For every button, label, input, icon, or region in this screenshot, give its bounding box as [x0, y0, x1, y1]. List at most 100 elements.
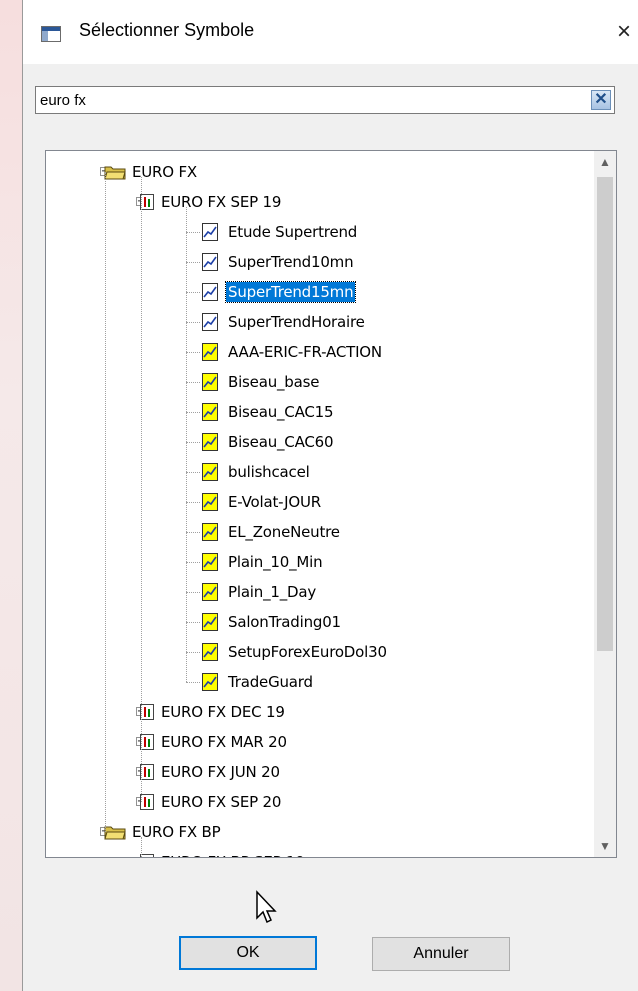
tree-item[interactable]: bulishcacel [202, 457, 312, 487]
study-icon [202, 493, 218, 511]
scroll-thumb[interactable] [597, 177, 613, 651]
tree-item[interactable]: EURO FX SEP 20 [140, 787, 283, 817]
tree-connector [186, 442, 200, 443]
tree-item[interactable]: Biseau_CAC15 [202, 397, 335, 427]
study-icon [202, 373, 218, 391]
study-icon [202, 463, 218, 481]
study-icon [202, 643, 218, 661]
tree-item[interactable]: EURO FX JUN 20 [140, 757, 282, 787]
window-title: Sélectionner Symbole [79, 20, 255, 40]
tree-connector [186, 352, 200, 353]
contract-icon [140, 704, 154, 720]
tree-item-label: Biseau_CAC15 [228, 403, 334, 421]
tree-connector [105, 172, 106, 832]
tree-item[interactable]: SuperTrend10mn [202, 247, 355, 277]
tree-item[interactable]: Biseau_CAC60 [202, 427, 335, 457]
tree-item[interactable]: EURO FX [104, 157, 199, 187]
study-icon [202, 403, 218, 421]
tree-item[interactable]: SalonTrading01 [202, 607, 343, 637]
select-symbol-dialog: Sélectionner Symbole × ✕ −EURO FX−EURO F… [22, 0, 638, 991]
tree-connector [186, 622, 200, 623]
window-icon [41, 26, 61, 42]
study-icon [202, 583, 218, 601]
tree-item-label: EURO FX BP [132, 823, 221, 841]
tree-item[interactable]: Biseau_base [202, 367, 321, 397]
tree-item[interactable]: Plain_10_Min [202, 547, 324, 577]
clear-search-icon[interactable]: ✕ [591, 90, 611, 110]
tree-item-label: AAA-ERIC-FR-ACTION [228, 343, 382, 361]
study-icon [202, 433, 218, 451]
tree-item-label: EURO FX MAR 20 [161, 733, 287, 751]
search-field[interactable]: ✕ [35, 86, 615, 114]
contract-icon [140, 734, 154, 750]
tree-connector [141, 177, 142, 802]
title-bar[interactable]: Sélectionner Symbole × [23, 0, 638, 64]
study-icon [202, 343, 218, 361]
tree-item[interactable]: EURO FX SEP 19 [140, 187, 283, 217]
tree-connector [186, 562, 200, 563]
tree-item-label: EURO FX BP SEP 19 [159, 852, 307, 857]
tree-item[interactable]: EURO FX BP SEP 19 [140, 847, 307, 857]
close-icon[interactable]: × [617, 14, 638, 50]
study-icon [202, 283, 218, 301]
tree-connector [141, 837, 142, 857]
tree-item-label: Biseau_CAC60 [228, 433, 334, 451]
tree-connector [186, 322, 200, 323]
tree-connector [186, 382, 200, 383]
tree-item[interactable]: AAA-ERIC-FR-ACTION [202, 337, 384, 367]
tree-item[interactable]: SuperTrendHoraire [202, 307, 367, 337]
tree-connector [186, 262, 200, 263]
ok-button[interactable]: OK [179, 936, 317, 970]
tree-connector [186, 502, 200, 503]
tree-connector [186, 232, 200, 233]
tree-item[interactable]: EURO FX MAR 20 [140, 727, 289, 757]
tree-item[interactable]: Etude Supertrend [202, 217, 359, 247]
tree-item[interactable]: E-Volat-JOUR [202, 487, 323, 517]
tree-connector [186, 532, 200, 533]
tree-item-label: TradeGuard [228, 673, 313, 691]
tree-item[interactable]: Plain_1_Day [202, 577, 318, 607]
study-icon [202, 223, 218, 241]
tree-connector [186, 652, 200, 653]
cancel-button[interactable]: Annuler [372, 937, 510, 971]
symbol-tree[interactable]: −EURO FX−EURO FX SEP 19Etude SupertrendS… [45, 150, 617, 858]
tree-item[interactable]: TradeGuard [202, 667, 315, 697]
tree-item-label: SuperTrend15mn [224, 281, 357, 303]
study-icon [202, 613, 218, 631]
tree-item-label: bulishcacel [228, 463, 310, 481]
tree-item-label: SuperTrendHoraire [228, 313, 365, 331]
tree-item-label: SalonTrading01 [228, 613, 341, 631]
tree-item[interactable]: SetupForexEuroDol30 [202, 637, 389, 667]
tree-item-label: Etude Supertrend [228, 223, 358, 241]
tree-item-label: SuperTrend10mn [228, 253, 354, 271]
tree-item-label: Plain_1_Day [228, 583, 317, 601]
study-icon [202, 313, 218, 331]
tree-item[interactable]: SuperTrend15mn [202, 277, 357, 307]
tree-item-label: EURO FX SEP 19 [161, 193, 282, 211]
tree-item[interactable]: EL_ZoneNeutre [202, 517, 342, 547]
tree-item[interactable]: EURO FX BP [104, 817, 222, 847]
vertical-scrollbar[interactable]: ▲ ▼ [594, 151, 616, 857]
tree-connector [186, 207, 187, 682]
folder-icon [104, 826, 126, 840]
study-icon [202, 253, 218, 271]
tree-item-label: Plain_10_Min [228, 553, 323, 571]
scroll-up-icon[interactable]: ▲ [594, 151, 616, 173]
tree-item-label: Biseau_base [228, 373, 320, 391]
contract-icon [140, 794, 154, 810]
contract-icon [140, 194, 154, 210]
tree-item-label: EURO FX JUN 20 [161, 763, 280, 781]
tree-item-label: EURO FX DEC 19 [161, 703, 285, 721]
scroll-down-icon[interactable]: ▼ [594, 835, 616, 857]
tree-connector [186, 592, 200, 593]
expand-icon[interactable]: + [137, 857, 143, 858]
search-input[interactable] [40, 90, 580, 110]
tree-item-label: E-Volat-JOUR [228, 493, 322, 511]
study-icon [202, 673, 218, 691]
tree-item[interactable]: EURO FX DEC 19 [140, 697, 287, 727]
tree-connector [186, 292, 200, 293]
tree-item-label: SetupForexEuroDol30 [228, 643, 387, 661]
tree-connector [186, 682, 200, 683]
tree-connector [186, 472, 200, 473]
tree-connector [186, 412, 200, 413]
